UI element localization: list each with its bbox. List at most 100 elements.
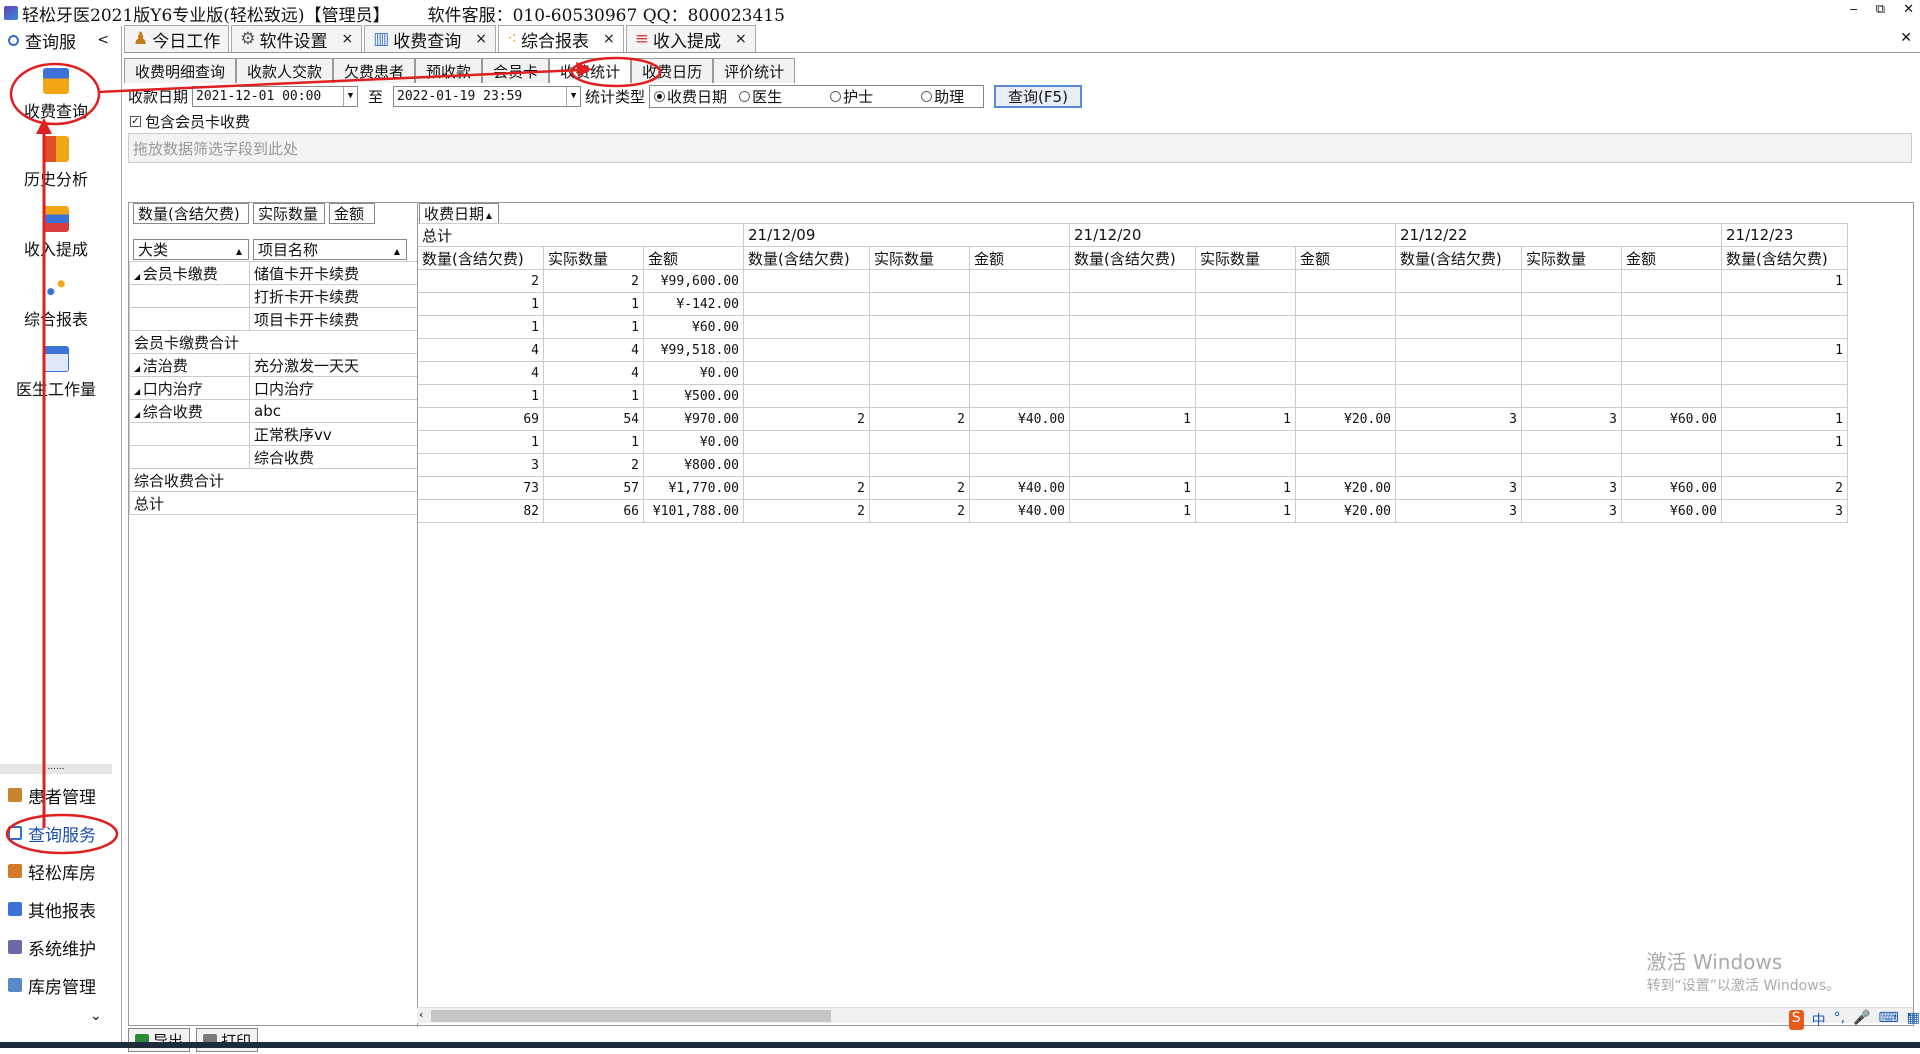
row-field-item-name[interactable]: 项目名称 ▲	[253, 239, 407, 260]
category-cell[interactable]: ◢ 洁治费	[129, 353, 250, 377]
nav-query-service[interactable]: 查询服务	[8, 818, 96, 848]
cell-value[interactable]	[1069, 292, 1196, 316]
cell-value[interactable]	[1195, 315, 1296, 339]
tab-close-icon[interactable]: ×	[342, 31, 354, 47]
cell-value[interactable]	[1395, 292, 1522, 316]
cell-value[interactable]	[1395, 315, 1522, 339]
data-field-qty[interactable]: 数量(含结欠费)	[133, 203, 249, 224]
cell-value[interactable]	[869, 361, 970, 385]
item-name-cell[interactable]: 口内治疗	[249, 376, 418, 400]
cell-value[interactable]	[1521, 453, 1622, 477]
cell-value[interactable]	[1395, 269, 1522, 293]
cell-value[interactable]	[1621, 338, 1722, 362]
cell-value[interactable]	[1721, 292, 1848, 316]
sogou-ime-icon[interactable]: S	[1788, 1010, 1804, 1030]
cell-value[interactable]: ¥970.00	[643, 407, 744, 431]
cell-value[interactable]	[969, 430, 1070, 454]
cell-value[interactable]: 1	[417, 315, 544, 339]
cell-value[interactable]	[1069, 361, 1196, 385]
cell-value[interactable]	[1721, 384, 1848, 408]
data-field-actual-qty[interactable]: 实际数量	[253, 203, 325, 224]
cell-value[interactable]	[1395, 361, 1522, 385]
cell-value[interactable]: ¥-142.00	[643, 292, 744, 316]
subtab-arrears-patients[interactable]: 欠费患者	[333, 58, 416, 83]
cell-value[interactable]: 2	[1721, 476, 1848, 500]
cell-value[interactable]	[1521, 292, 1622, 316]
category-cell[interactable]	[129, 422, 250, 446]
cell-value[interactable]: ¥40.00	[969, 499, 1070, 523]
cell-value[interactable]	[1621, 315, 1722, 339]
keyboard-icon[interactable]: ⌨	[1879, 1010, 1899, 1030]
date-to-picker[interactable]: 2022-01-19 23:59 ▼	[393, 85, 582, 107]
cell-value[interactable]	[1069, 338, 1196, 362]
cell-value[interactable]	[743, 292, 870, 316]
category-cell[interactable]: ◢ 口内治疗	[129, 376, 250, 400]
category-cell[interactable]	[129, 284, 250, 308]
cell-value[interactable]: 3	[1521, 476, 1622, 500]
print-button[interactable]: 打印	[196, 1028, 259, 1052]
cell-value[interactable]	[1069, 269, 1196, 293]
cell-value[interactable]: 1	[1195, 407, 1296, 431]
cell-value[interactable]	[1195, 292, 1296, 316]
dropdown-arrow-icon[interactable]: ▼	[343, 86, 357, 106]
cell-value[interactable]: ¥60.00	[643, 315, 744, 339]
cell-value[interactable]: 4	[543, 361, 644, 385]
cell-value[interactable]	[743, 384, 870, 408]
cell-value[interactable]: 4	[417, 361, 544, 385]
cell-value[interactable]: 2	[417, 269, 544, 293]
cell-value[interactable]	[969, 315, 1070, 339]
cell-value[interactable]: ¥60.00	[1621, 476, 1722, 500]
cell-value[interactable]: 1	[1195, 476, 1296, 500]
include-member-row[interactable]: ✓ 包含会员卡收费	[124, 109, 1920, 133]
cell-value[interactable]: 1	[417, 292, 544, 316]
radio-assistant[interactable]: 助理	[921, 86, 964, 107]
cell-value[interactable]	[1295, 430, 1396, 454]
more-chevron-icon[interactable]: ⌄	[90, 1008, 102, 1024]
cell-value[interactable]: ¥40.00	[969, 407, 1070, 431]
tab-today-work[interactable]: ♟ 今日工作	[124, 25, 230, 52]
expand-icon[interactable]: ◢	[134, 364, 143, 373]
cell-value[interactable]: 57	[543, 476, 644, 500]
cell-value[interactable]: 1	[417, 430, 544, 454]
cell-value[interactable]	[1521, 361, 1622, 385]
cell-value[interactable]	[743, 361, 870, 385]
subtab-evaluation[interactable]: 评价统计	[713, 58, 796, 83]
tab-close-icon[interactable]: ×	[735, 31, 747, 47]
cell-value[interactable]: 3	[1521, 499, 1622, 523]
cell-value[interactable]	[1195, 361, 1296, 385]
expand-icon[interactable]: ◢	[134, 387, 143, 396]
expand-icon[interactable]: ◢	[134, 272, 143, 281]
subtab-fee-calendar[interactable]: 收费日历	[631, 58, 714, 83]
cell-value[interactable]: ¥40.00	[969, 476, 1070, 500]
cell-value[interactable]: ¥500.00	[643, 384, 744, 408]
nav-warehouse[interactable]: 轻松库房	[8, 856, 96, 886]
cell-value[interactable]	[869, 338, 970, 362]
sidebar-item-history[interactable]: 历史分析	[0, 136, 112, 190]
cell-value[interactable]	[1621, 384, 1722, 408]
cell-value[interactable]: 2	[743, 476, 870, 500]
close-all-icon[interactable]: ✕	[1900, 30, 1912, 46]
cell-value[interactable]: ¥800.00	[643, 453, 744, 477]
cell-value[interactable]	[1521, 315, 1622, 339]
cell-value[interactable]: 54	[543, 407, 644, 431]
cell-value[interactable]: 1	[1721, 430, 1848, 454]
minimize-button[interactable]: ‒	[1850, 2, 1858, 17]
cell-value[interactable]	[743, 269, 870, 293]
expand-icon[interactable]: ◢	[134, 410, 143, 419]
cell-value[interactable]	[1295, 315, 1396, 339]
tab-settings[interactable]: ⚙ 软件设置 ×	[231, 25, 363, 52]
cell-value[interactable]: ¥0.00	[643, 361, 744, 385]
cell-value[interactable]: 3	[1395, 499, 1522, 523]
item-name-cell[interactable]: 正常秩序vv	[249, 422, 418, 446]
cell-value[interactable]: 1	[543, 430, 644, 454]
cell-value[interactable]	[1395, 430, 1522, 454]
sidebar-item-report[interactable]: 综合报表	[0, 276, 112, 330]
cell-value[interactable]	[969, 269, 1070, 293]
cell-value[interactable]	[1069, 315, 1196, 339]
sidebar-item-fee-query[interactable]: 收费查询	[0, 68, 112, 122]
nav-patient-management[interactable]: 患者管理	[8, 780, 96, 810]
sidebar-item-commission[interactable]: 收入提成	[0, 206, 112, 260]
cell-value[interactable]	[969, 338, 1070, 362]
subtab-payee-handover[interactable]: 收款人交款	[236, 58, 334, 83]
subtab-fee-detail[interactable]: 收费明细查询	[124, 58, 237, 83]
